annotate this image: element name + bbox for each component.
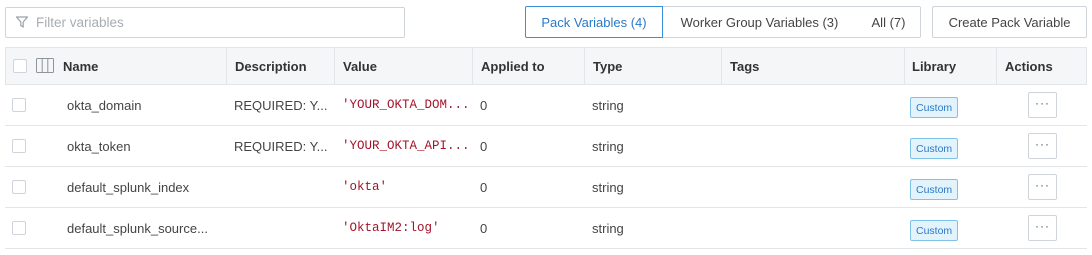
column-header-description[interactable]: Description	[227, 48, 307, 84]
columns-icon[interactable]	[36, 58, 54, 73]
library-badge: Custom	[910, 138, 959, 159]
variable-description: REQUIRED: Y...	[234, 97, 328, 113]
column-header-tags[interactable]: Tags	[722, 48, 759, 84]
library-badge: Custom	[910, 220, 959, 241]
variable-applied-to: 0	[480, 138, 488, 154]
variable-type: string	[592, 97, 624, 113]
toolbar: Pack Variables (4) Worker Group Variable…	[0, 0, 1092, 46]
column-header-value[interactable]: Value	[335, 48, 377, 84]
library-badge: Custom	[910, 179, 959, 200]
tab-all[interactable]: All (7)	[857, 6, 921, 38]
variable-type: string	[592, 138, 624, 154]
variable-value: 'OktaIM2:log'	[342, 221, 440, 235]
variable-name: okta_domain	[67, 97, 142, 113]
column-header-applied-to[interactable]: Applied to	[473, 48, 545, 84]
table-row[interactable]: okta_token REQUIRED: Y... 'YOUR_OKTA_API…	[5, 126, 1087, 167]
column-header-type[interactable]: Type	[585, 48, 622, 84]
column-header-actions: Actions	[1005, 58, 1053, 74]
variable-applied-to: 0	[480, 179, 488, 195]
table-header: Name Description Value Applied to Type T…	[5, 47, 1087, 85]
variable-value: 'okta'	[342, 180, 388, 194]
filter-icon	[15, 16, 29, 28]
tab-pack-variables[interactable]: Pack Variables (4)	[525, 6, 663, 38]
library-badge: Custom	[910, 97, 959, 118]
row-actions-button[interactable]: ···	[1028, 215, 1057, 241]
filter-field[interactable]	[5, 7, 405, 38]
table-row[interactable]: default_splunk_source... 'OktaIM2:log' 0…	[5, 208, 1087, 249]
row-checkbox[interactable]	[12, 221, 26, 235]
variable-tags	[729, 85, 899, 125]
variable-description	[234, 208, 330, 248]
variable-description	[234, 167, 330, 207]
column-header-library[interactable]: Library	[904, 48, 956, 84]
variable-name: okta_token	[67, 138, 131, 154]
tab-worker-group-variables[interactable]: Worker Group Variables (3)	[662, 6, 858, 38]
more-icon: ···	[1035, 137, 1050, 151]
table-row[interactable]: okta_domain REQUIRED: Y... 'YOUR_OKTA_DO…	[5, 85, 1087, 126]
row-actions-button[interactable]: ···	[1028, 133, 1057, 159]
variable-tags	[729, 126, 899, 166]
variable-tags	[729, 208, 899, 248]
variables-table: Name Description Value Applied to Type T…	[5, 47, 1087, 249]
variable-type: string	[592, 220, 624, 236]
table-row[interactable]: default_splunk_index 'okta' 0 string Cus…	[5, 167, 1087, 208]
more-icon: ···	[1035, 219, 1050, 233]
variable-type: string	[592, 179, 624, 195]
variable-applied-to: 0	[480, 97, 488, 113]
row-checkbox[interactable]	[12, 139, 26, 153]
variable-applied-to: 0	[480, 220, 488, 236]
row-checkbox[interactable]	[12, 180, 26, 194]
variable-value: 'YOUR_OKTA_API...	[342, 139, 468, 153]
row-checkbox[interactable]	[12, 98, 26, 112]
column-header-name[interactable]: Name	[55, 48, 98, 84]
filter-input[interactable]	[36, 8, 396, 37]
row-actions-button[interactable]: ···	[1028, 92, 1057, 118]
variable-value: 'YOUR_OKTA_DOM...	[342, 98, 468, 112]
more-icon: ···	[1035, 178, 1050, 192]
select-all-checkbox[interactable]	[13, 59, 27, 73]
create-pack-variable-button[interactable]: Create Pack Variable	[932, 6, 1087, 38]
variable-description: REQUIRED: Y...	[234, 138, 328, 154]
variable-name: default_splunk_source...	[67, 220, 208, 236]
variable-tags	[729, 167, 899, 207]
variable-name: default_splunk_index	[67, 179, 190, 195]
row-actions-button[interactable]: ···	[1028, 174, 1057, 200]
more-icon: ···	[1035, 96, 1050, 110]
